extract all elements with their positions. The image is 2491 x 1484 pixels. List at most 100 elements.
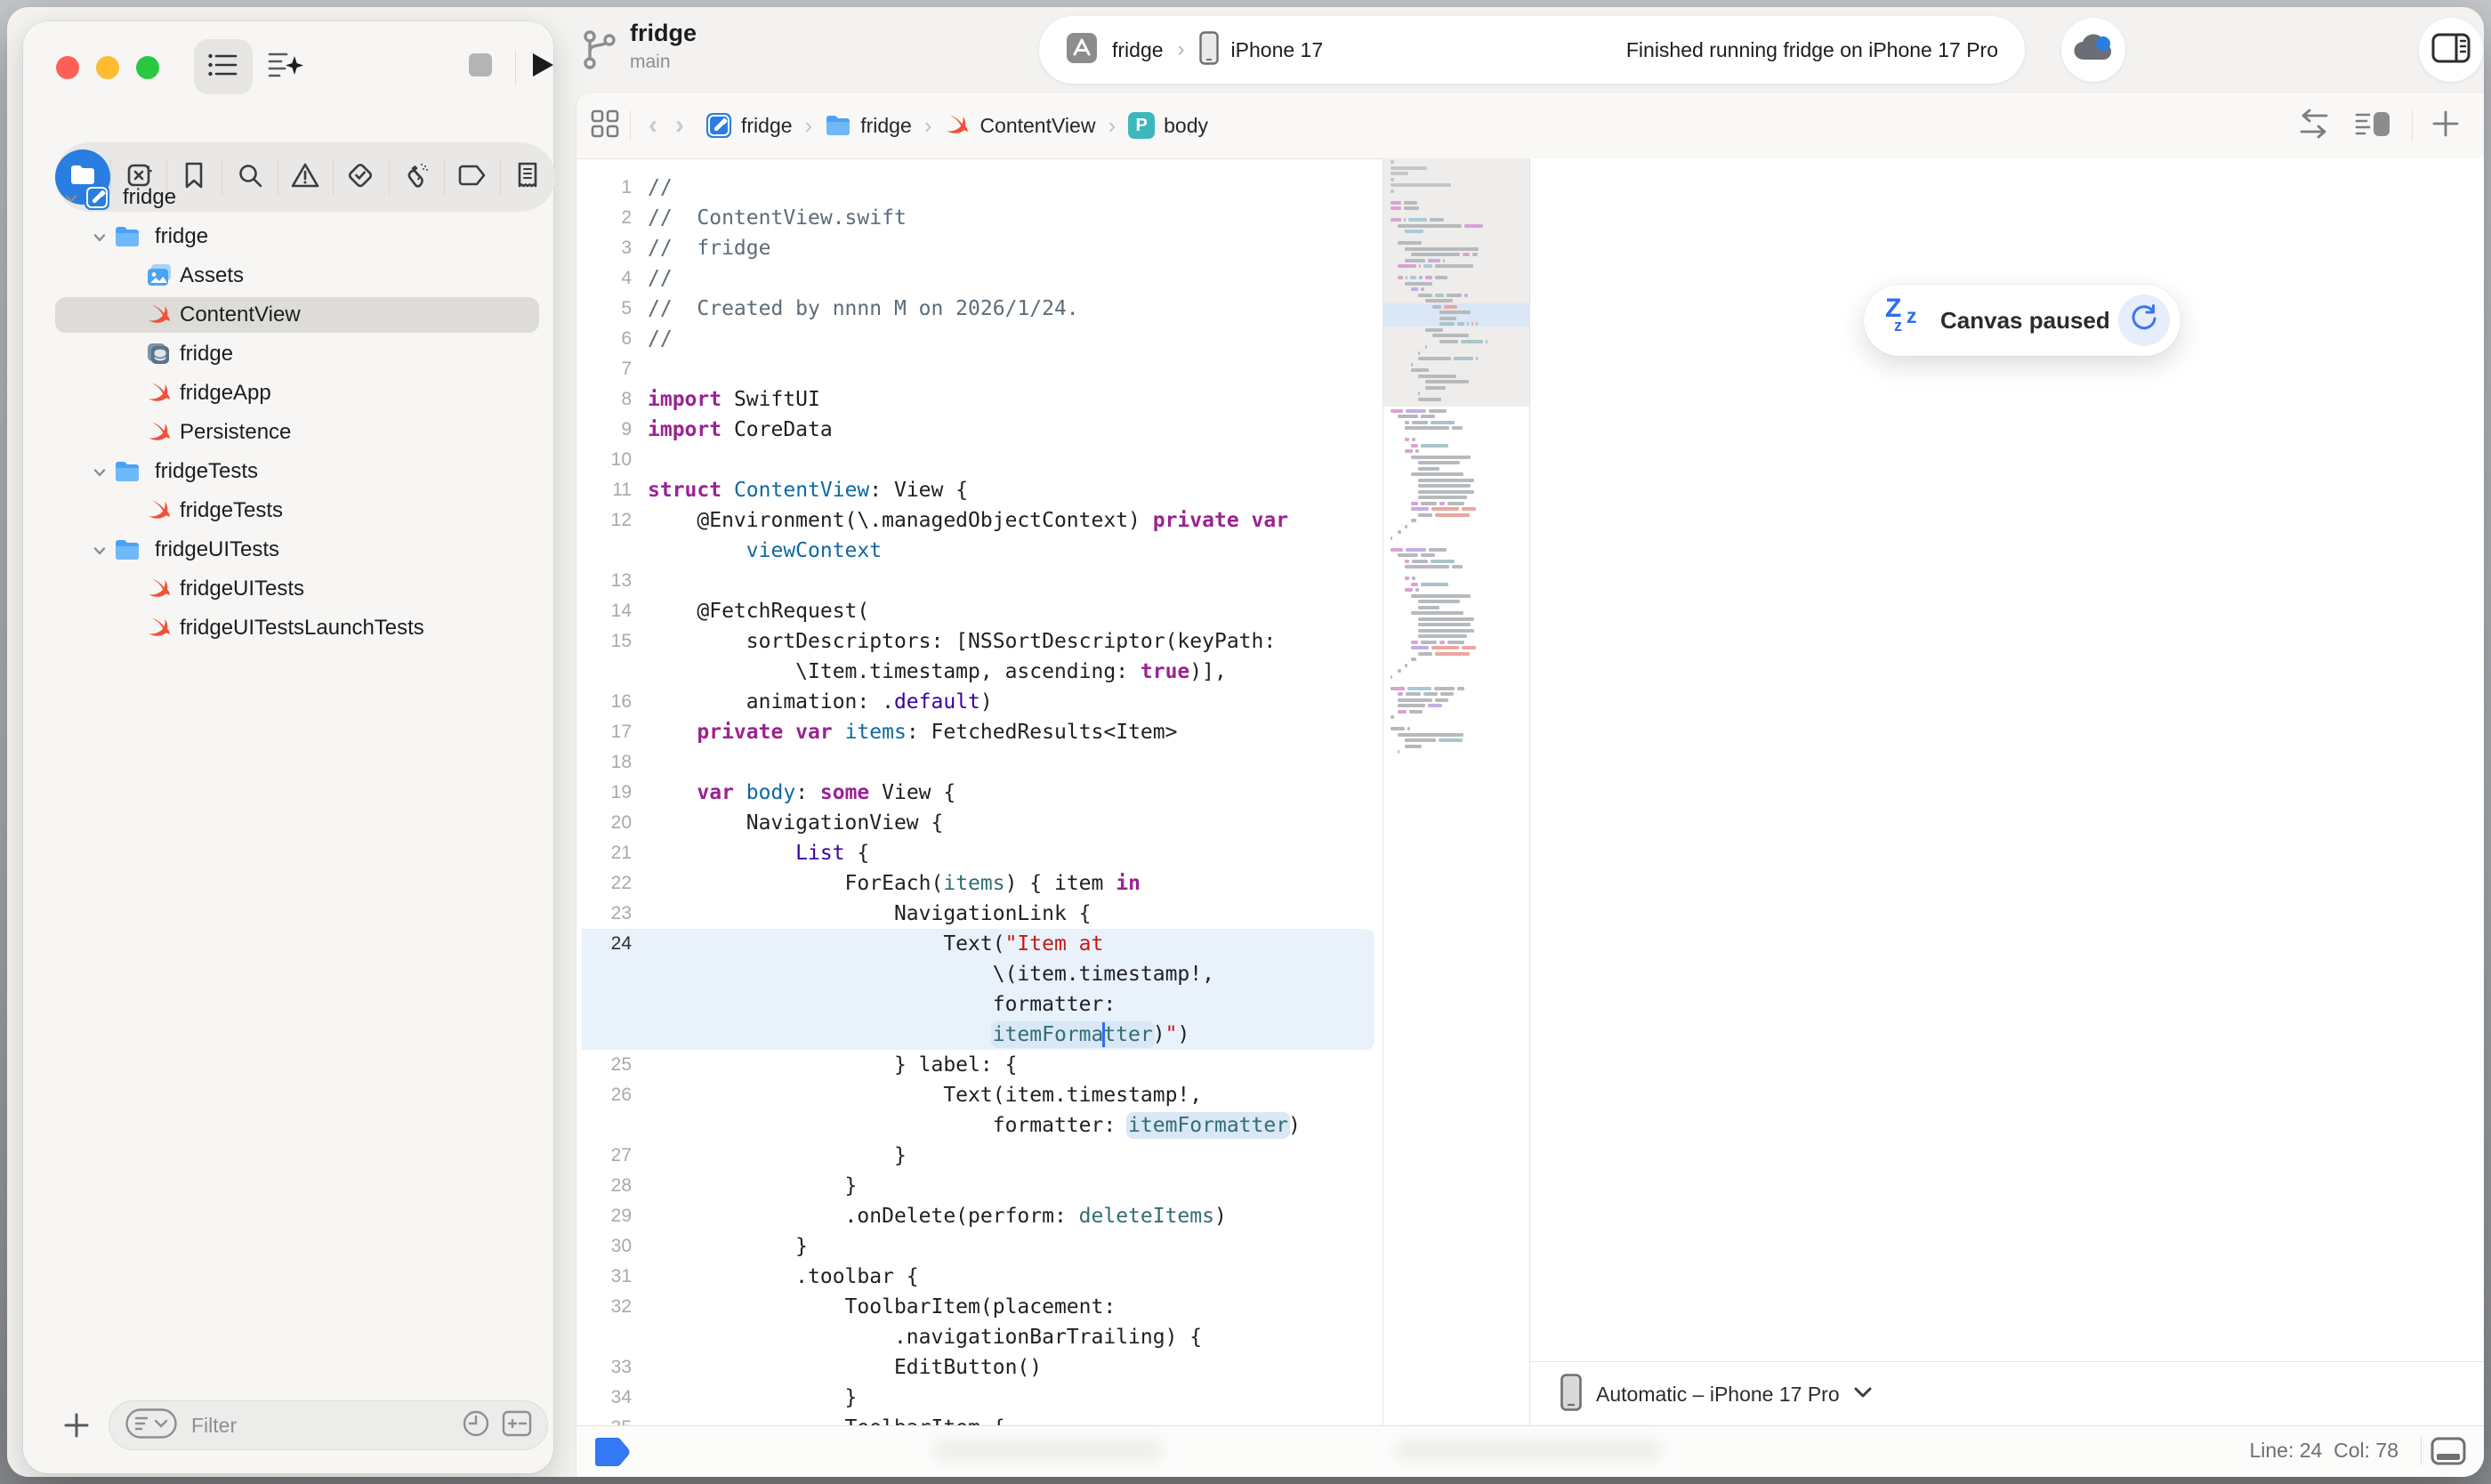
- code-line-24[interactable]: 24 Text("Item at: [582, 929, 1374, 959]
- recent-filter-icon[interactable]: [460, 1407, 492, 1444]
- code-line-9[interactable]: 9import CoreData: [582, 415, 1374, 445]
- code-line-6[interactable]: 6//: [582, 324, 1374, 354]
- code-line-wrap[interactable]: formatter: itemFormatter): [582, 1110, 1374, 1141]
- code-line-15[interactable]: 15 sortDescriptors: [NSSortDescriptor(ke…: [582, 626, 1374, 657]
- assistant-list-button[interactable]: [256, 39, 315, 94]
- run-destination-name[interactable]: iPhone 17: [1231, 38, 1324, 62]
- related-items-grid-icon[interactable]: [589, 108, 621, 144]
- canvas-device-bar[interactable]: Automatic – iPhone 17 Pro: [1530, 1361, 2484, 1426]
- code-line-31[interactable]: 31 .toolbar {: [582, 1262, 1374, 1292]
- tree-item-fridgeTests[interactable]: fridgeTests: [23, 452, 553, 491]
- tree-item-fridge[interactable]: fridge: [23, 217, 553, 256]
- forward-button[interactable]: ›: [666, 110, 693, 141]
- code-line-wrap[interactable]: formatter:: [582, 989, 1374, 1020]
- code-line-8[interactable]: 8import SwiftUI: [582, 384, 1374, 415]
- editor-options-icon[interactable]: [2355, 109, 2394, 143]
- code-line-20[interactable]: 20 NavigationView {: [582, 808, 1374, 838]
- code-line-wrap[interactable]: \(item.timestamp!,: [582, 959, 1374, 989]
- code-line-23[interactable]: 23 NavigationLink {: [582, 899, 1374, 929]
- code-text: viewContext: [648, 539, 882, 562]
- debug-area-toggle-button[interactable]: [2429, 1433, 2468, 1473]
- disclosure-chevron-icon[interactable]: [91, 229, 109, 251]
- disclosure-chevron-icon[interactable]: [62, 190, 80, 212]
- breadcrumb-item-fridge[interactable]: fridge: [825, 112, 912, 139]
- stop-run-button[interactable]: [455, 39, 505, 94]
- breadcrumb-item-fridge[interactable]: fridge: [705, 112, 793, 139]
- marker-flag-icon[interactable]: [594, 1436, 630, 1472]
- tree-item-fridgeUITests[interactable]: fridgeUITests: [23, 569, 553, 609]
- toolbar-project-title[interactable]: fridge: [630, 20, 697, 47]
- code-line-4[interactable]: 4//: [582, 263, 1374, 294]
- code-line-wrap[interactable]: \Item.timestamp, ascending: true)],: [582, 657, 1374, 687]
- filter-input[interactable]: [189, 1413, 460, 1439]
- tree-item-ContentView[interactable]: ContentView: [23, 295, 553, 335]
- line-number: 27: [582, 1145, 632, 1166]
- code-line-10[interactable]: 10: [582, 445, 1374, 475]
- code-line-13[interactable]: 13: [582, 566, 1374, 596]
- add-editor-icon[interactable]: [2431, 109, 2461, 143]
- code-line-29[interactable]: 29 .onDelete(perform: deleteItems): [582, 1201, 1374, 1231]
- code-text: EditButton(): [648, 1356, 1042, 1379]
- folder-file-icon: [114, 223, 141, 250]
- code-line-wrap[interactable]: .navigationBarTrailing) {: [582, 1322, 1374, 1352]
- navigator-toggle-button[interactable]: [194, 39, 253, 94]
- code-line-16[interactable]: 16 animation: .default): [582, 687, 1374, 717]
- code-line-25[interactable]: 25 } label: {: [582, 1050, 1374, 1080]
- scheme-name[interactable]: fridge: [1112, 38, 1164, 62]
- code-line-30[interactable]: 30 }: [582, 1231, 1374, 1262]
- plus-minus-filter-icon[interactable]: [501, 1407, 533, 1444]
- back-button[interactable]: ‹: [640, 110, 666, 141]
- code-line-12[interactable]: 12 @Environment(\.managedObjectContext) …: [582, 505, 1374, 536]
- code-line-35[interactable]: 35 ToolbarItem {: [582, 1413, 1374, 1426]
- titlebar: [23, 21, 553, 114]
- code-line-18[interactable]: 18: [582, 747, 1374, 778]
- tree-item-fridgeTests[interactable]: fridgeTests: [23, 491, 553, 530]
- minimize-window-button[interactable]: [96, 56, 119, 79]
- tree-item-fridge[interactable]: fridge: [23, 335, 553, 374]
- code-line-wrap[interactable]: viewContext: [582, 536, 1374, 566]
- code-line-5[interactable]: 5// Created by nnnn M on 2026/1/24.: [582, 294, 1374, 324]
- close-window-button[interactable]: [56, 56, 79, 79]
- code-line-3[interactable]: 3// fridge: [582, 233, 1374, 263]
- tree-item-Persistence[interactable]: Persistence: [23, 413, 553, 452]
- code-line-wrap[interactable]: itemFormatter)"): [582, 1020, 1374, 1050]
- toolbar-branch-name[interactable]: main: [630, 52, 671, 73]
- breadcrumb-item-body[interactable]: Pbody: [1128, 112, 1208, 139]
- code-line-27[interactable]: 27 }: [582, 1141, 1374, 1171]
- code-line-1[interactable]: 1//: [582, 173, 1374, 203]
- code-line-7[interactable]: 7: [582, 354, 1374, 384]
- disclosure-chevron-icon[interactable]: [91, 542, 109, 564]
- filter-field[interactable]: [109, 1400, 548, 1450]
- code-line-28[interactable]: 28 }: [582, 1171, 1374, 1201]
- code-line-19[interactable]: 19 var body: some View {: [582, 778, 1374, 808]
- breadcrumb-item-ContentView[interactable]: ContentView: [944, 112, 1095, 139]
- source-code-editor[interactable]: 1//2// ContentView.swift3// fridge4//5//…: [576, 158, 1383, 1426]
- cloud-assistant-button[interactable]: [2061, 18, 2125, 82]
- adjust-editor-icon[interactable]: [2296, 109, 2332, 143]
- code-line-21[interactable]: 21 List {: [582, 838, 1374, 868]
- code-line-17[interactable]: 17 private var items: FetchedResults<Ite…: [582, 717, 1374, 747]
- canvas-device-label[interactable]: Automatic – iPhone 17 Pro: [1596, 1383, 1840, 1407]
- code-line-2[interactable]: 2// ContentView.swift: [582, 203, 1374, 233]
- code-line-33[interactable]: 33 EditButton(): [582, 1352, 1374, 1383]
- code-line-22[interactable]: 22 ForEach(items) { item in: [582, 868, 1374, 899]
- tree-item-fridgeUITests[interactable]: fridgeUITests: [23, 530, 553, 569]
- tree-item-fridge[interactable]: fridge: [23, 178, 553, 217]
- code-line-26[interactable]: 26 Text(item.timestamp!,: [582, 1080, 1374, 1110]
- code-line-14[interactable]: 14 @FetchRequest(: [582, 596, 1374, 626]
- minimap[interactable]: [1383, 158, 1530, 1426]
- tree-item-Assets[interactable]: Assets: [23, 256, 553, 295]
- breadcrumb-label: fridge: [741, 114, 793, 138]
- zoom-window-button[interactable]: [136, 56, 159, 79]
- code-line-11[interactable]: 11struct ContentView: View {: [582, 475, 1374, 505]
- code-line-32[interactable]: 32 ToolbarItem(placement:: [582, 1292, 1374, 1322]
- scheme-device-pill[interactable]: fridge › iPhone 17 Finished running frid…: [1039, 16, 2025, 84]
- tree-item-fridgeUITestsLaunchTests[interactable]: fridgeUITestsLaunchTests: [23, 609, 553, 648]
- code-text: @Environment(\.managedObjectContext) pri…: [648, 509, 1288, 532]
- add-item-button[interactable]: [59, 1407, 94, 1448]
- code-line-34[interactable]: 34 }: [582, 1383, 1374, 1413]
- tree-item-fridgeApp[interactable]: fridgeApp: [23, 374, 553, 413]
- disclosure-chevron-icon[interactable]: [91, 464, 109, 486]
- resume-canvas-button[interactable]: [2118, 294, 2170, 346]
- inspector-toggle-button[interactable]: [2419, 18, 2483, 82]
